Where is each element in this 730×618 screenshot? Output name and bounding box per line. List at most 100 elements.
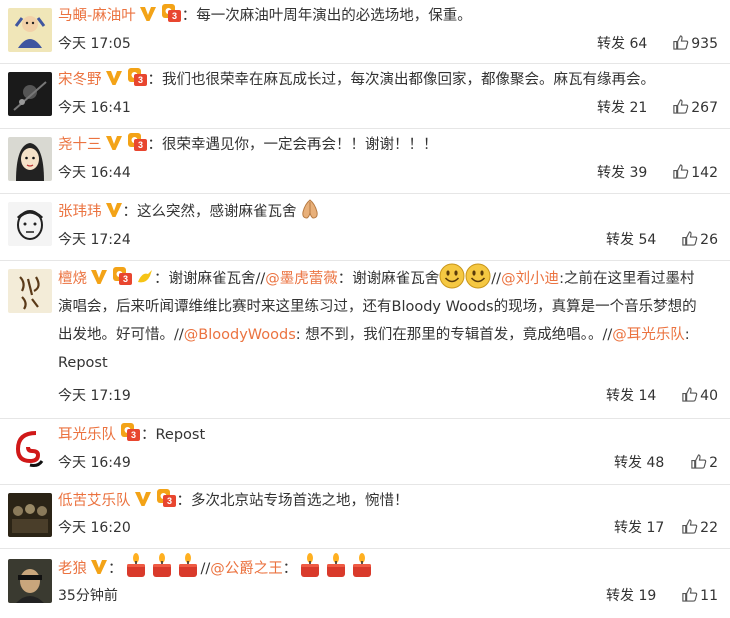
comment-time: 今天 17:24 (58, 232, 131, 248)
avatar[interactable] (8, 493, 52, 537)
vip-verified-icon (105, 201, 123, 219)
username-link[interactable]: 低苦艾乐队 (58, 493, 131, 509)
comment-text: Repost (58, 355, 108, 371)
member-level-icon (111, 266, 133, 286)
comment-text: ： (282, 561, 298, 577)
comment-text: : (684, 327, 690, 343)
comment-time: 今天 17:19 (58, 388, 131, 404)
username-link[interactable]: 老狼 (58, 561, 87, 577)
candle-emoji-icon (297, 553, 323, 579)
comment-item: 耳光乐队 ：Repost 今天 16:49 转发 48 2 (0, 419, 730, 485)
forward-button[interactable]: 转发 54 (606, 229, 656, 251)
like-button[interactable]: 40 (681, 385, 718, 407)
thumb-up-icon (672, 34, 689, 51)
praying-hands-emoji-icon (297, 196, 323, 222)
thumb-up-icon (681, 386, 698, 403)
like-count: 26 (700, 232, 718, 248)
comment-text: ：这么突然，感谢麻雀瓦舍 (122, 204, 297, 220)
username-link[interactable]: 宋冬野 (58, 72, 102, 88)
like-count: 22 (700, 520, 718, 536)
comment-time: 今天 16:44 (58, 165, 131, 181)
username-link[interactable]: 张玮玮 (58, 204, 102, 220)
mention-link[interactable]: @公爵之王 (210, 561, 283, 577)
candle-emoji-icon (349, 553, 375, 579)
like-button[interactable]: 22 (681, 517, 718, 539)
username-link[interactable]: 马頔-麻油叶 (58, 8, 136, 24)
username-link[interactable]: 耳光乐队 (58, 427, 116, 443)
candle-emoji-icon (149, 553, 175, 579)
fan-badge-icon (136, 268, 154, 286)
vip-verified-icon (90, 558, 108, 576)
forward-button[interactable]: 转发 19 (606, 585, 656, 607)
member-level-icon (126, 67, 148, 87)
comment-text: ：谢谢麻雀瓦舍 (337, 271, 440, 287)
thumb-up-icon (690, 453, 707, 470)
comment-item: 尧十三 ：很荣幸遇见你，一定会再会！！谢谢！！！ 今天 16:44 转发 39 1… (0, 129, 730, 194)
comment-item: 檀烧 ：谢谢麻雀瓦舍//@墨虎蕾薇：谢谢麻雀瓦舍//@刘小迪:之前在这里看过墨村演… (0, 261, 730, 419)
thumb-up-icon (672, 98, 689, 115)
comment-time: 今天 16:49 (58, 455, 131, 471)
like-button[interactable]: 2 (690, 452, 718, 474)
username-link[interactable]: 檀烧 (58, 271, 87, 287)
like-button[interactable]: 142 (672, 162, 718, 184)
forward-button[interactable]: 转发 39 (597, 162, 647, 184)
member-level-icon (126, 132, 148, 152)
vip-verified-icon (105, 134, 123, 152)
like-button[interactable]: 11 (681, 585, 718, 607)
forward-button[interactable]: 转发 21 (597, 97, 647, 119)
like-count: 40 (700, 388, 718, 404)
thumb-up-icon (672, 163, 689, 180)
avatar[interactable] (8, 559, 52, 603)
like-button[interactable]: 935 (672, 33, 718, 55)
forward-button[interactable]: 转发 64 (597, 33, 647, 55)
candle-emoji-icon (323, 553, 349, 579)
avatar[interactable] (8, 8, 52, 52)
comment-text: ：谢谢麻雀瓦舍// (154, 271, 266, 287)
candle-emoji-icon (123, 553, 149, 579)
avatar[interactable] (8, 427, 52, 471)
like-count: 11 (700, 588, 718, 604)
vip-verified-icon (90, 268, 108, 286)
comment-item: 宋冬野 ：我们也很荣幸在麻瓦成长过，每次演出都像回家，都像聚会。麻瓦有缘再会。 今… (0, 64, 730, 129)
vip-verified-icon (134, 490, 152, 508)
thumb-up-icon (681, 230, 698, 247)
comment-time: 今天 16:20 (58, 520, 131, 536)
forward-button[interactable]: 转发 14 (606, 385, 656, 407)
forward-button[interactable]: 转发 48 (614, 452, 664, 474)
thumb-up-icon (681, 586, 698, 603)
like-count: 2 (709, 455, 718, 471)
avatar[interactable] (8, 269, 52, 313)
comment-text: ：Repost (141, 427, 206, 443)
comment-text: : 想不到，我们在那里的专辑首发，竟成绝唱。。// (295, 327, 613, 343)
avatar[interactable] (8, 202, 52, 246)
like-count: 142 (691, 165, 718, 181)
mention-link[interactable]: @刘小迪 (501, 271, 559, 287)
member-level-icon (119, 422, 141, 442)
like-button[interactable]: 26 (681, 229, 718, 251)
comment-text: ：我们也很荣幸在麻瓦成长过，每次演出都像回家，都像聚会。麻瓦有缘再会。 (147, 72, 656, 88)
mention-link[interactable]: @耳光乐队 (612, 327, 685, 343)
comment-time: 今天 16:41 (58, 100, 131, 116)
comment-time: 今天 17:05 (58, 36, 131, 52)
comment-time: 35分钟前 (58, 588, 118, 604)
comment-text: ： (108, 561, 123, 577)
comment-text: // (491, 271, 502, 287)
mention-link[interactable]: @BloodyWoods (184, 327, 296, 343)
avatar[interactable] (8, 137, 52, 181)
mention-link[interactable]: @墨虎蕾薇 (265, 271, 338, 287)
comment-text: ：多次北京站专场首选之地，惋惜！ (176, 493, 409, 509)
smile-emoji-icon (465, 263, 491, 289)
candle-emoji-icon (175, 553, 201, 579)
forward-button[interactable]: 转发 17 (614, 517, 664, 539)
comment-text: ：每一次麻油叶周年演出的必选场地，保重。 (181, 8, 472, 24)
comment-text: // (200, 561, 211, 577)
vip-verified-icon (139, 5, 157, 23)
member-level-icon (160, 3, 182, 23)
username-link[interactable]: 尧十三 (58, 137, 102, 153)
avatar[interactable] (8, 72, 52, 116)
like-count: 935 (691, 36, 718, 52)
comment-item: 低苦艾乐队 ：多次北京站专场首选之地，惋惜！ 今天 16:20 转发 17 22 (0, 485, 730, 549)
comment-text: ：很荣幸遇见你，一定会再会！！谢谢！！！ (147, 137, 438, 153)
like-button[interactable]: 267 (672, 97, 718, 119)
comment-item: 老狼：//@公爵之王： 35分钟前 转发 19 11 (0, 549, 730, 618)
